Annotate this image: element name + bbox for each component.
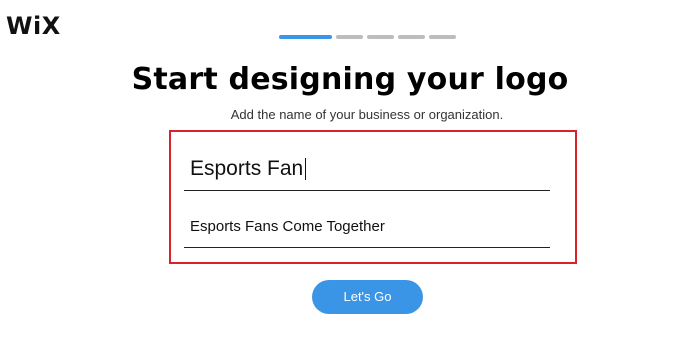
business-name-input[interactable] xyxy=(184,150,550,188)
wix-logo: WiX xyxy=(6,12,61,40)
lets-go-button[interactable]: Let's Go xyxy=(312,280,423,314)
tagline-field xyxy=(184,210,550,248)
text-caret xyxy=(305,158,306,180)
progress-step-1 xyxy=(279,35,332,39)
tagline-input[interactable] xyxy=(184,210,550,244)
progress-step-2 xyxy=(336,35,363,39)
page-subtitle: Add the name of your business or organiz… xyxy=(230,107,504,122)
business-name-field xyxy=(184,150,550,191)
progress-step-5 xyxy=(429,35,456,39)
progress-step-3 xyxy=(367,35,394,39)
progress-indicator xyxy=(279,35,457,40)
page-title: Start designing your logo xyxy=(131,62,569,97)
progress-step-4 xyxy=(398,35,425,39)
